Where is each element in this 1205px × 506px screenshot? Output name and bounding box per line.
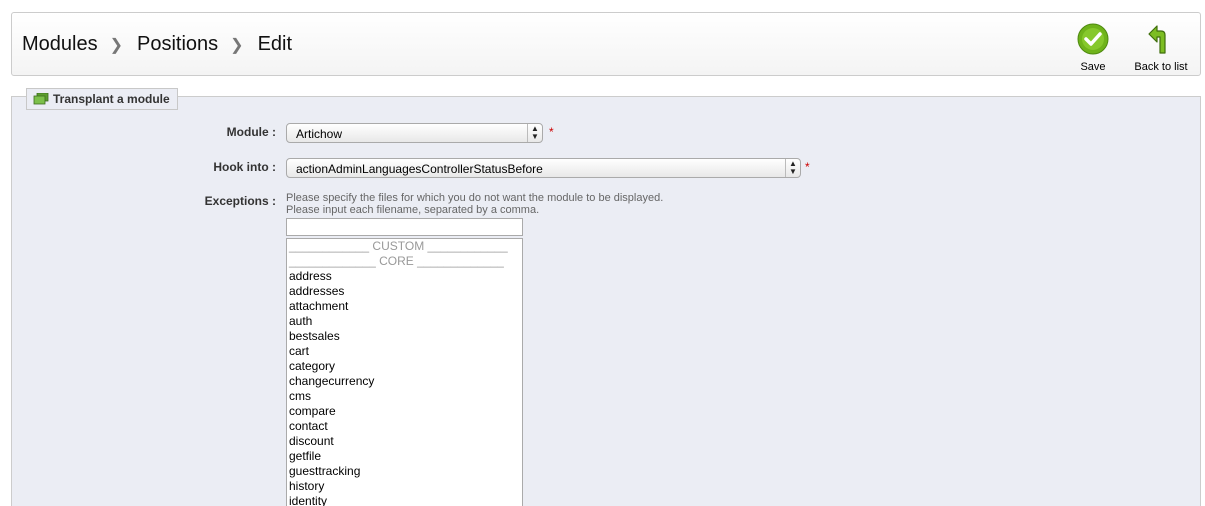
list-item[interactable]: guesttracking xyxy=(289,464,522,479)
list-item[interactable]: identity xyxy=(289,494,522,506)
hook-select-value: actionAdminLanguagesControllerStatusBefo… xyxy=(296,162,543,176)
chevron-right-icon: ❯ xyxy=(230,36,244,54)
list-item[interactable]: discount xyxy=(289,434,522,449)
form-legend-title: Transplant a module xyxy=(53,92,170,106)
back-arrow-icon xyxy=(1148,25,1166,54)
select-arrows-icon: ▲ ▼ xyxy=(527,124,542,142)
list-item[interactable]: getfile xyxy=(289,449,522,464)
list-item[interactable]: bestsales xyxy=(289,329,522,344)
list-item[interactable]: attachment xyxy=(289,299,522,314)
breadcrumb-modules[interactable]: Modules xyxy=(22,33,98,56)
list-item[interactable]: address xyxy=(289,269,522,284)
list-item[interactable]: category xyxy=(289,359,522,374)
list-item[interactable]: compare xyxy=(289,404,522,419)
exceptions-help-line: Please specify the files for which you d… xyxy=(286,192,664,204)
form-legend: Transplant a module xyxy=(26,88,178,110)
breadcrumb: Modules ❯ Positions ❯ Edit xyxy=(22,33,292,56)
list-item[interactable]: cart xyxy=(289,344,522,359)
list-item[interactable]: auth xyxy=(289,314,522,329)
chevron-right-icon: ❯ xyxy=(109,36,124,54)
save-label: Save xyxy=(1080,61,1106,73)
back-to-list-button[interactable]: Back to list xyxy=(1132,23,1190,73)
module-icon xyxy=(33,93,49,105)
select-arrows-icon: ▲ ▼ xyxy=(785,159,800,177)
list-item[interactable]: history xyxy=(289,479,522,494)
breadcrumb-edit: Edit xyxy=(257,33,293,55)
list-group-header-core: _____________ CORE _____________ xyxy=(289,254,504,268)
exceptions-label: Exceptions : xyxy=(204,194,276,208)
module-select-value: Artichow xyxy=(296,127,343,141)
required-marker: * xyxy=(805,160,810,174)
list-group-header-custom: ____________ CUSTOM ____________ xyxy=(289,239,508,253)
exceptions-input[interactable] xyxy=(286,218,523,236)
list-item[interactable]: contact xyxy=(289,419,522,434)
list-item[interactable]: addresses xyxy=(289,284,522,299)
list-item[interactable]: changecurrency xyxy=(289,374,522,389)
exceptions-listbox[interactable]: ____________ CUSTOM ____________ _______… xyxy=(286,238,523,506)
back-to-list-label: Back to list xyxy=(1134,61,1188,73)
exceptions-help: Please specify the files for which you d… xyxy=(286,192,663,216)
save-icon xyxy=(1077,23,1109,55)
hook-select[interactable]: actionAdminLanguagesControllerStatusBefo… xyxy=(286,158,801,178)
breadcrumb-positions[interactable]: Positions xyxy=(137,33,218,56)
module-label: Module : xyxy=(226,125,276,139)
list-item[interactable]: cms xyxy=(289,389,522,404)
toolbar: Modules ❯ Positions ❯ Edit Save Back to … xyxy=(11,12,1201,76)
hook-label: Hook into : xyxy=(213,160,276,174)
required-marker: * xyxy=(549,125,554,139)
transplant-form-panel: Transplant a module Module : Artichow ▲ ▼… xyxy=(11,88,1201,506)
save-button[interactable]: Save xyxy=(1075,23,1111,73)
exceptions-help-line: Please input each filename, separated by… xyxy=(286,204,540,216)
module-select[interactable]: Artichow ▲ ▼ xyxy=(286,123,543,143)
